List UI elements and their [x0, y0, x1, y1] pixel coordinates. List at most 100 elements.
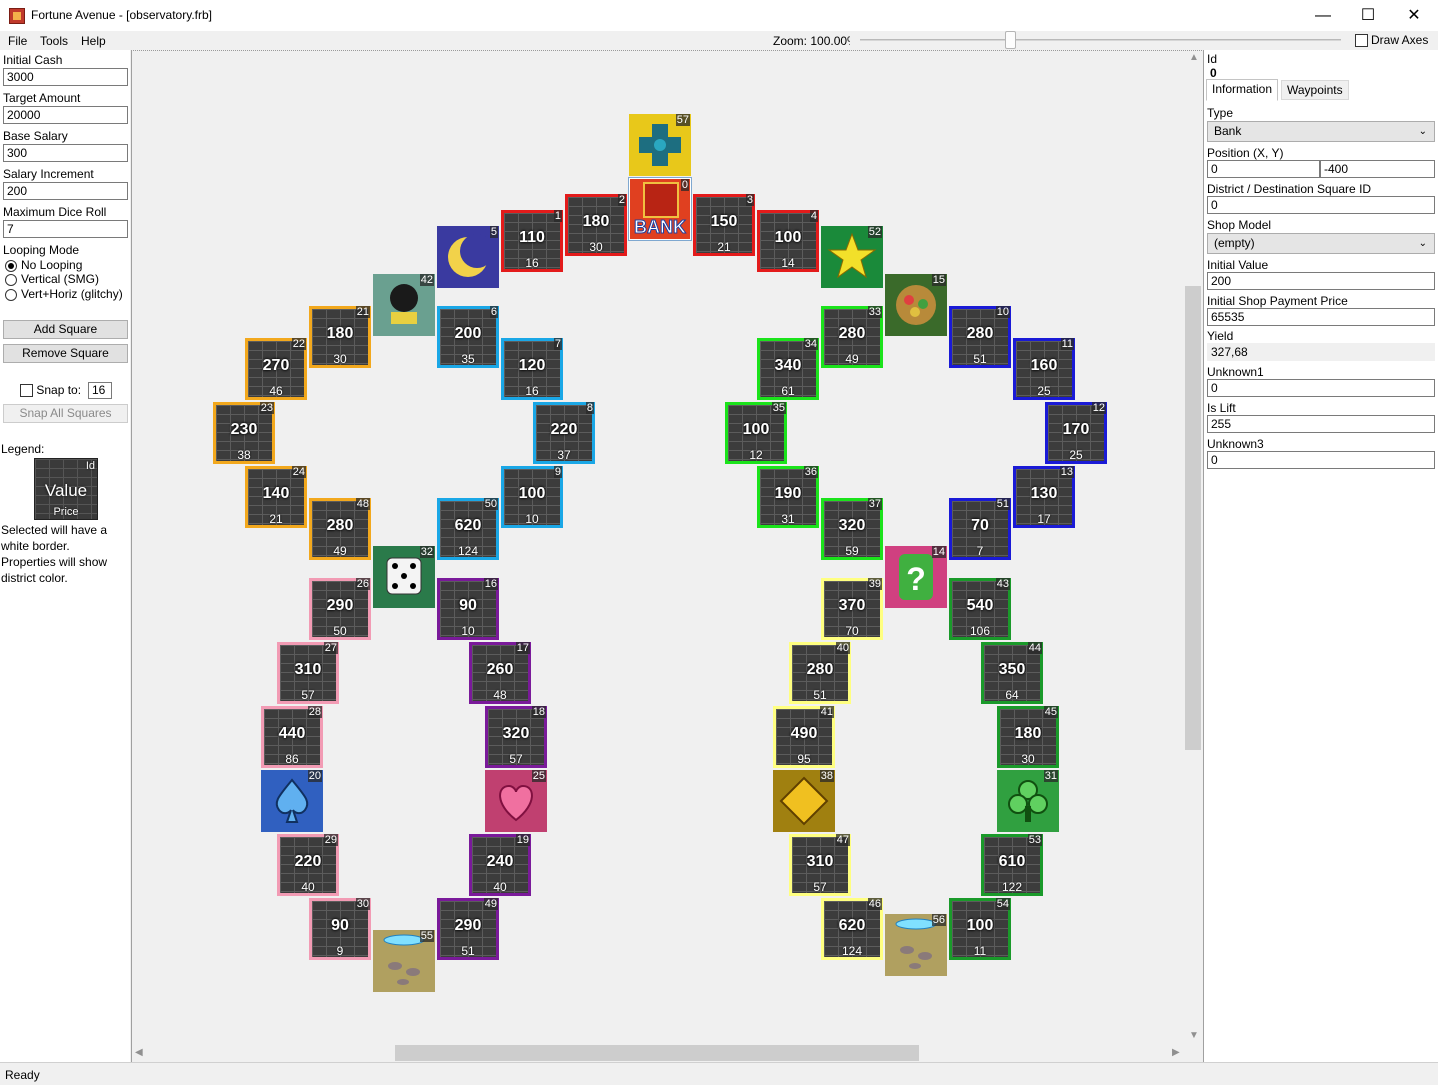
board-square-property[interactable]: 260 48 17: [469, 642, 531, 704]
base-salary-input[interactable]: 300: [3, 144, 128, 162]
board-square-property[interactable]: 310 57 27: [277, 642, 339, 704]
board-square-club[interactable]: 31: [997, 770, 1059, 832]
board-square-property[interactable]: 280 51 10: [949, 306, 1011, 368]
board-square-property[interactable]: 320 57 18: [485, 706, 547, 768]
board-square-property[interactable]: 180 30 21: [309, 306, 371, 368]
board-square-property[interactable]: 310 57 47: [789, 834, 851, 896]
remove-square-button[interactable]: Remove Square: [3, 344, 128, 363]
board-square-dice[interactable]: 32: [373, 546, 435, 608]
board-square-property[interactable]: 540 106 43: [949, 578, 1011, 640]
radio-dot[interactable]: [5, 273, 17, 286]
board-square-property[interactable]: 100 11 54: [949, 898, 1011, 960]
radio-vertical[interactable]: Vertical (SMG): [5, 272, 99, 286]
scroll-left-icon[interactable]: ◀: [135, 1047, 143, 1058]
board-square-property[interactable]: 90 9 30: [309, 898, 371, 960]
board-square-property[interactable]: 290 51 49: [437, 898, 499, 960]
tab-information[interactable]: Information: [1206, 79, 1279, 101]
draw-axes-toggle[interactable]: Draw Axes: [1355, 33, 1428, 48]
initial-cash-input[interactable]: 3000: [3, 68, 128, 86]
unknown3-input[interactable]: 0: [1207, 451, 1435, 469]
zoom-slider-thumb[interactable]: [1005, 31, 1016, 49]
draw-axes-checkbox[interactable]: [1355, 34, 1368, 48]
board-square-property[interactable]: 220 40 29: [277, 834, 339, 896]
snap-all-button[interactable]: Snap All Squares: [3, 404, 128, 423]
zoom-slider-track[interactable]: [860, 39, 1341, 41]
board-square-lift[interactable]: 56: [885, 914, 947, 976]
board-square-property[interactable]: 220 37 8: [533, 402, 595, 464]
board-square-heart[interactable]: 25: [485, 770, 547, 832]
horizontal-scrollbar[interactable]: ◀ ▶: [131, 1044, 1184, 1062]
board-square-property[interactable]: 270 46 22: [245, 338, 307, 400]
snap-input[interactable]: 16: [88, 382, 112, 399]
max-dice-input[interactable]: 7: [3, 220, 128, 238]
board-square-property[interactable]: 440 86 28: [261, 706, 323, 768]
add-square-button[interactable]: Add Square: [3, 320, 128, 339]
horizontal-scroll-thumb[interactable]: [395, 1045, 919, 1061]
board-square-property[interactable]: 100 12 35: [725, 402, 787, 464]
board-square-property[interactable]: 70 7 51: [949, 498, 1011, 560]
board-square-property[interactable]: 110 16 1: [501, 210, 563, 272]
shop-model-select[interactable]: (empty) ⌄: [1207, 233, 1435, 254]
board-square-question[interactable]: ? 14: [885, 546, 947, 608]
board-square-property[interactable]: 620 124 50: [437, 498, 499, 560]
board-square-moon[interactable]: 5: [437, 226, 499, 288]
board-square-property[interactable]: 90 10 16: [437, 578, 499, 640]
board-square-property[interactable]: 240 40 19: [469, 834, 531, 896]
type-select[interactable]: Bank ⌄: [1207, 121, 1435, 142]
close-button[interactable]: ✕: [1391, 0, 1437, 31]
board-square-vacant-plot[interactable]: 15: [885, 274, 947, 336]
board-square-property[interactable]: 150 21 3: [693, 194, 755, 256]
board-square-property[interactable]: 170 25 12: [1045, 402, 1107, 464]
target-amount-input[interactable]: 20000: [3, 106, 128, 124]
board-square-property[interactable]: 160 25 11: [1013, 338, 1075, 400]
position-x-input[interactable]: 0: [1207, 160, 1320, 178]
initial-value-input[interactable]: 200: [1207, 272, 1435, 290]
board-square-property[interactable]: 610 122 53: [981, 834, 1043, 896]
radio-dot[interactable]: [5, 288, 17, 301]
board-square-property[interactable]: 280 49 33: [821, 306, 883, 368]
scroll-up-icon[interactable]: ▲: [1189, 52, 1199, 63]
board-square-property[interactable]: 340 61 34: [757, 338, 819, 400]
board-square-property[interactable]: 320 59 37: [821, 498, 883, 560]
board-square-cannon[interactable]: 42: [373, 274, 435, 336]
board-square-property[interactable]: 290 50 26: [309, 578, 371, 640]
menu-help[interactable]: Help: [81, 34, 106, 48]
board-square-property[interactable]: 130 17 13: [1013, 466, 1075, 528]
vertical-scrollbar[interactable]: ▲ ▼: [1184, 50, 1202, 1044]
is-lift-input[interactable]: 255: [1207, 415, 1435, 433]
menu-tools[interactable]: Tools: [40, 34, 68, 48]
board-square-property[interactable]: 190 31 36: [757, 466, 819, 528]
menu-file[interactable]: File: [8, 34, 27, 48]
radio-dot[interactable]: [5, 259, 17, 272]
board-square-property[interactable]: 200 35 6: [437, 306, 499, 368]
board-square-property[interactable]: 180 30 2: [565, 194, 627, 256]
maximize-button[interactable]: ☐: [1345, 0, 1391, 31]
board-square-bank[interactable]: BANK 0: [628, 177, 692, 241]
board-square-property[interactable]: 230 38 23: [213, 402, 275, 464]
board-square-diamond[interactable]: 38: [773, 770, 835, 832]
board-square-property[interactable]: 350 64 44: [981, 642, 1043, 704]
district-input[interactable]: 0: [1207, 196, 1435, 214]
board-square-property[interactable]: 120 16 7: [501, 338, 563, 400]
board-square-property[interactable]: 140 21 24: [245, 466, 307, 528]
radio-vert-horiz[interactable]: Vert+Horiz (glitchy): [5, 287, 123, 301]
board-square-property[interactable]: 280 51 40: [789, 642, 851, 704]
board-square-property[interactable]: 280 49 48: [309, 498, 371, 560]
position-y-input[interactable]: -400: [1320, 160, 1435, 178]
tab-waypoints[interactable]: Waypoints: [1281, 80, 1349, 100]
radio-no-looping[interactable]: No Looping: [5, 258, 82, 272]
salary-increment-input[interactable]: 200: [3, 182, 128, 200]
board-square-property[interactable]: 100 10 9: [501, 466, 563, 528]
board-square-warp-cross[interactable]: 57: [629, 114, 691, 176]
board-square-property[interactable]: 100 14 4: [757, 210, 819, 272]
unknown1-input[interactable]: 0: [1207, 379, 1435, 397]
vertical-scroll-thumb[interactable]: [1185, 286, 1201, 750]
snap-checkbox[interactable]: [20, 384, 33, 398]
board-square-star[interactable]: 52: [821, 226, 883, 288]
scroll-down-icon[interactable]: ▼: [1189, 1030, 1199, 1041]
board-square-lift[interactable]: 55: [373, 930, 435, 992]
initial-price-input[interactable]: 65535: [1207, 308, 1435, 326]
snap-toggle[interactable]: Snap to:: [20, 383, 81, 398]
minimize-button[interactable]: —: [1300, 0, 1346, 31]
board-square-property[interactable]: 370 70 39: [821, 578, 883, 640]
